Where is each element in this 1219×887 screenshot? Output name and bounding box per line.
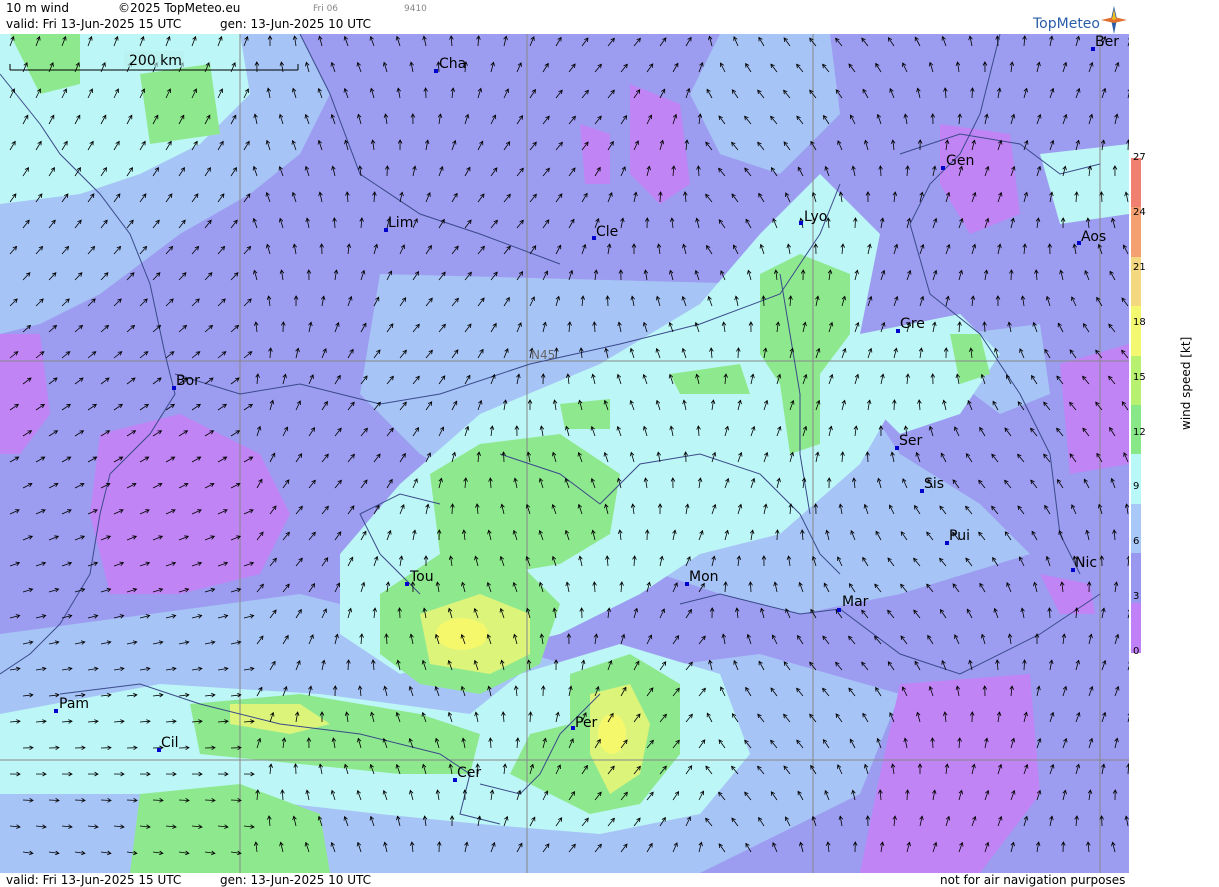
city-per[interactable]: Per [575, 715, 598, 731]
city-dot-pam [54, 709, 58, 713]
city-cer[interactable]: Cer [457, 765, 481, 781]
color-bar-segment [1131, 158, 1141, 208]
map-footer: valid: Fri 13-Jun-2025 15 UTC gen: 13-Ju… [0, 873, 1129, 887]
color-bar-segment [1131, 306, 1141, 356]
valid-time: valid: Fri 13-Jun-2025 15 UTC [6, 17, 182, 31]
run-code: 9410 [404, 4, 427, 14]
legend-tick-label: 6 [1133, 536, 1140, 548]
latitude-label: N45 [531, 348, 555, 362]
city-pui[interactable]: Pui [949, 528, 970, 544]
city-bor[interactable]: Bor [176, 373, 200, 389]
color-bar-segment [1131, 454, 1141, 504]
product-title: 10 m wind [6, 1, 69, 15]
legend-tick-label: 0 [1133, 646, 1140, 658]
wind-speed-legend: 27 24 21 18 15 12 9 6 3 0 wind speed [kt] [1129, 0, 1219, 887]
city-dot-tou [405, 582, 409, 586]
copyright: ©2025 TopMeteo.eu [118, 1, 241, 15]
disclaimer: not for air navigation purposes [940, 873, 1126, 887]
legend-tick-label: 15 [1133, 371, 1146, 383]
legend-unit-label: wind speed [kt] [1179, 336, 1193, 430]
city-sis[interactable]: Sis [924, 476, 944, 492]
legend-tick-label: 12 [1133, 426, 1146, 438]
footer-valid-time: valid: Fri 13-Jun-2025 15 UTC [6, 873, 182, 887]
city-lyo[interactable]: Lyo [804, 209, 827, 225]
city-gen[interactable]: Gen [946, 153, 974, 169]
generated-time: gen: 13-Jun-2025 10 UTC [220, 17, 372, 31]
legend-tick-label: 18 [1133, 316, 1146, 328]
city-ser[interactable]: Ser [899, 433, 923, 449]
day-code: Fri 06 [313, 4, 339, 14]
city-mar[interactable]: Mar [842, 594, 869, 610]
logo-text: TopMeteo [1033, 16, 1100, 32]
legend-tick-label: 3 [1133, 591, 1140, 603]
city-dot-gen [941, 166, 945, 170]
city-cil[interactable]: Cil [161, 735, 179, 751]
city-dot-cha [434, 69, 438, 73]
city-ber[interactable]: Ber [1095, 34, 1119, 50]
footer-generated-time: gen: 13-Jun-2025 10 UTC [220, 873, 372, 887]
city-lim[interactable]: Lim [388, 215, 413, 231]
city-nic[interactable]: Nic [1075, 555, 1097, 571]
legend-tick-label: 21 [1133, 261, 1146, 273]
legend-tick-label: 27 [1133, 152, 1146, 163]
scale-label: 200 km [129, 53, 182, 69]
wind-map[interactable]: 200 km N45 Ber Cha Gen Lim Cle Lyo Aos G… [0, 34, 1129, 873]
legend-tick-label: 9 [1133, 481, 1140, 493]
compass-icon [1101, 6, 1127, 34]
legend-tick-label: 24 [1133, 206, 1146, 218]
city-cha[interactable]: Cha [439, 56, 466, 72]
topmeteo-logo[interactable]: TopMeteo [1033, 6, 1127, 34]
city-dot-lyo [799, 221, 803, 225]
city-pam[interactable]: Pam [59, 696, 89, 712]
color-bar [1131, 158, 1141, 653]
city-tou[interactable]: Tou [409, 569, 434, 585]
city-mon[interactable]: Mon [689, 569, 719, 585]
city-dot-mar [837, 608, 841, 612]
city-gre[interactable]: Gre [900, 316, 925, 332]
city-aos[interactable]: Aos [1081, 229, 1106, 245]
map-header: 10 m wind ©2025 TopMeteo.eu Fri 06 9410 … [0, 0, 1129, 34]
city-cle[interactable]: Cle [596, 224, 618, 240]
